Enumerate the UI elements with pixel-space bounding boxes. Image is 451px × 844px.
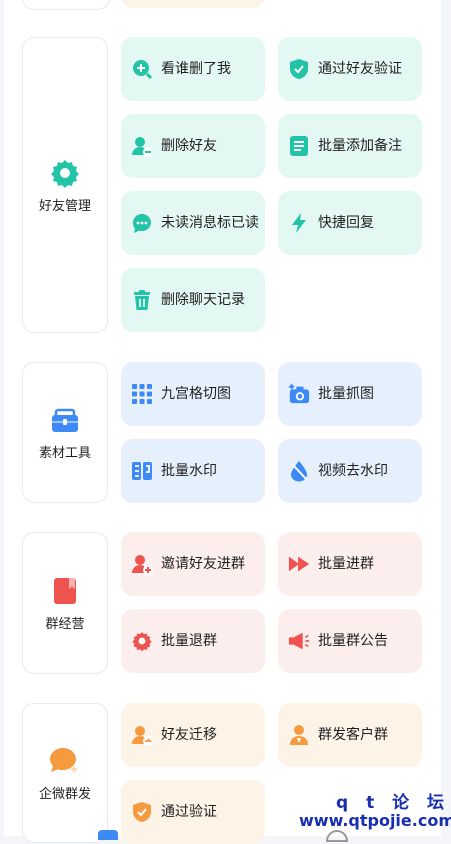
search-plus-icon xyxy=(131,58,153,80)
gear-red-icon xyxy=(131,630,153,652)
tool-label: 未读消息标已读 xyxy=(161,215,259,231)
lightning-icon xyxy=(288,212,310,234)
bookmark-book-icon xyxy=(49,575,81,607)
tool-label: 邀请好友进群 xyxy=(161,556,245,572)
category-card-top xyxy=(22,0,110,10)
category-label: 好友管理 xyxy=(38,198,91,214)
category-label: 企微群发 xyxy=(38,786,91,802)
tool-label: 删除好友 xyxy=(161,138,217,154)
tool-label: 删除聊天记录 xyxy=(161,292,245,308)
fast-forward-icon xyxy=(288,553,310,575)
tool-label: 批量添加备注 xyxy=(318,138,402,154)
drop-icon xyxy=(288,460,310,482)
tool-batch-add-remark[interactable]: 批量添加备注 xyxy=(278,114,422,178)
user-invite-icon xyxy=(131,553,153,575)
tool-batch-group-announcement[interactable]: 批量群公告 xyxy=(278,609,422,673)
tool-label: 批量群公告 xyxy=(318,633,388,649)
gear-icon xyxy=(49,157,81,189)
tool-card-top[interactable] xyxy=(121,0,265,8)
tool-batch-leave-group[interactable]: 批量退群 xyxy=(121,609,265,673)
watermark-url: www.qtpojie.com xyxy=(299,811,451,830)
chat-bubble-orange-icon xyxy=(48,745,82,777)
tool-batch-grab-image[interactable]: 批量抓图 xyxy=(278,362,422,426)
user-group-icon xyxy=(288,724,310,746)
tool-delete-friend[interactable]: 删除好友 xyxy=(121,114,265,178)
tool-mark-unread-read[interactable]: 未读消息标已读 xyxy=(121,191,265,255)
shield-check-orange-icon xyxy=(131,801,153,823)
tool-accept-friend-request[interactable]: 通过好友验证 xyxy=(278,37,422,101)
tool-delete-chat-history[interactable]: 删除聊天记录 xyxy=(121,268,265,332)
grid-icon xyxy=(131,383,153,405)
section-friend-management: 好友管理 看谁删了我 通过好友验证 删除好友 批量添加备注 未读消息标已读 快捷… xyxy=(22,37,422,333)
tool-video-remove-watermark[interactable]: 视频去水印 xyxy=(278,439,422,503)
section-group-operations: 群经营 邀请好友进群 批量进群 批量退群 批量群公告 xyxy=(22,532,422,674)
category-label: 素材工具 xyxy=(38,446,91,461)
category-material-tools[interactable]: 素材工具 xyxy=(22,362,108,503)
tool-quick-reply[interactable]: 快捷回复 xyxy=(278,191,422,255)
tool-grid-cut[interactable]: 九宫格切图 xyxy=(121,362,265,426)
tool-pass-verification[interactable]: 通过验证 xyxy=(121,780,265,844)
category-group-operations[interactable]: 群经营 xyxy=(22,532,108,674)
category-wecom-broadcast[interactable]: 企微群发 xyxy=(22,703,108,843)
category-friend-management[interactable]: 好友管理 xyxy=(22,37,108,333)
user-transfer-icon xyxy=(131,724,153,746)
shield-check-icon xyxy=(288,58,310,80)
chat-bubble-icon xyxy=(131,212,153,234)
trash-icon xyxy=(131,289,153,311)
tool-batch-watermark[interactable]: 批量水印 xyxy=(121,439,265,503)
tool-who-deleted-me[interactable]: 看谁删了我 xyxy=(121,37,265,101)
tool-label: 通过好友验证 xyxy=(318,61,402,77)
tool-label: 九宫格切图 xyxy=(161,386,231,402)
watermark-title: q t 论 坛 xyxy=(336,793,451,813)
tool-label: 通过验证 xyxy=(161,804,217,820)
tool-label: 好友迁移 xyxy=(161,727,217,743)
page-panel: 好友管理 看谁删了我 通过好友验证 删除好友 批量添加备注 未读消息标已读 快捷… xyxy=(4,0,441,844)
category-label: 群经营 xyxy=(45,616,85,632)
watermark-icon xyxy=(131,460,153,482)
tool-friend-migration[interactable]: 好友迁移 xyxy=(121,703,265,767)
toolbox-icon xyxy=(49,404,81,436)
megaphone-icon xyxy=(288,630,310,652)
tool-label: 视频去水印 xyxy=(318,463,388,479)
tool-label: 批量抓图 xyxy=(318,386,374,402)
camera-plus-icon xyxy=(288,383,310,405)
section-material-tools: 素材工具 九宫格切图 批量抓图 批量水印 视频去水印 xyxy=(22,362,422,503)
tool-label: 看谁删了我 xyxy=(161,61,231,77)
note-list-icon xyxy=(288,135,310,157)
tool-label: 批量退群 xyxy=(161,633,217,649)
user-remove-icon xyxy=(131,135,153,157)
tool-batch-join-group[interactable]: 批量进群 xyxy=(278,532,422,596)
tool-broadcast-customer-group[interactable]: 群发客户群 xyxy=(278,703,422,767)
tool-label: 快捷回复 xyxy=(318,215,374,231)
bottom-nav-home-icon[interactable] xyxy=(98,830,118,840)
tool-label: 群发客户群 xyxy=(318,727,388,743)
tool-label: 批量进群 xyxy=(318,556,374,572)
tool-label: 批量水印 xyxy=(161,463,217,479)
tool-invite-friends-to-group[interactable]: 邀请好友进群 xyxy=(121,532,265,596)
